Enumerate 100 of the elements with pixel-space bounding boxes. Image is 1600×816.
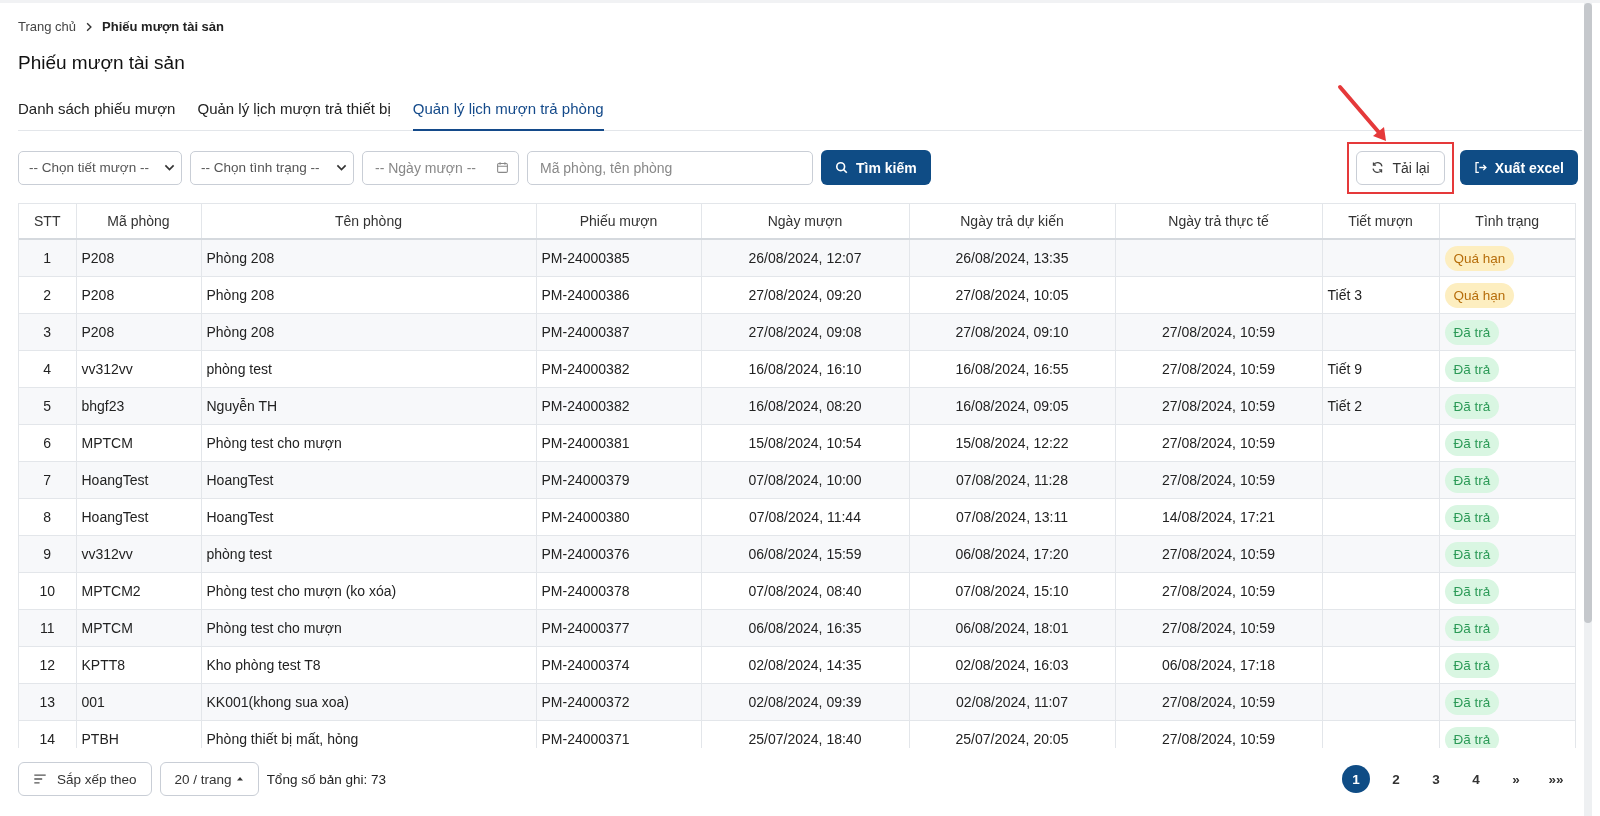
last-page-button[interactable]: »» bbox=[1542, 765, 1570, 793]
next-page-button[interactable]: » bbox=[1502, 765, 1530, 793]
table-cell: 02/08/2024, 11:07 bbox=[909, 683, 1115, 721]
status-tag: Đã trả bbox=[1444, 689, 1500, 715]
page-button[interactable]: 4 bbox=[1462, 765, 1490, 793]
table-cell: KK001(khong sua xoa) bbox=[201, 683, 536, 721]
table-cell: Nguyễn TH bbox=[201, 387, 536, 425]
table-cell: 14/08/2024, 17:21 bbox=[1115, 498, 1322, 536]
table-cell: PM-24000381 bbox=[536, 424, 701, 462]
table-cell: Phòng thiết bị mất, hỏng bbox=[201, 720, 536, 748]
table-cell: 11 bbox=[19, 609, 76, 647]
page-size-dropdown[interactable]: 20 / trang bbox=[159, 762, 259, 796]
status-tag: Đã trả bbox=[1444, 578, 1500, 604]
table-cell: HoangTest bbox=[201, 461, 536, 499]
table-cell: Tiết 3 bbox=[1322, 276, 1439, 314]
table-cell: PM-24000374 bbox=[536, 646, 701, 684]
calendar-icon bbox=[496, 160, 509, 174]
table-cell: Phòng 208 bbox=[201, 313, 536, 351]
status-tag: Quá hạn bbox=[1444, 245, 1515, 271]
table-cell: PM-24000379 bbox=[536, 461, 701, 499]
tab[interactable]: Quản lý lịch mượn trả thiết bị bbox=[197, 100, 391, 131]
table-cell: 2 bbox=[19, 276, 76, 314]
column-header: Phiếu mượn bbox=[536, 204, 701, 239]
table-cell: Phòng test cho mượn bbox=[201, 424, 536, 462]
table-cell: Phòng 208 bbox=[201, 276, 536, 314]
table-cell: 27/08/2024, 10:59 bbox=[1115, 572, 1322, 610]
sort-button[interactable]: Sắp xếp theo bbox=[18, 762, 152, 796]
table-cell: 06/08/2024, 16:35 bbox=[701, 609, 909, 647]
table-cell: 06/08/2024, 15:59 bbox=[701, 535, 909, 573]
table-cell: P208 bbox=[76, 276, 201, 314]
status-tag: Đã trả bbox=[1444, 615, 1500, 641]
scrollbar-thumb[interactable] bbox=[1584, 3, 1592, 623]
table-cell: P208 bbox=[76, 239, 201, 277]
table-cell: 07/08/2024, 15:10 bbox=[909, 572, 1115, 610]
status-tag: Đã trả bbox=[1444, 726, 1500, 748]
chevron-down-icon bbox=[336, 162, 347, 173]
table-cell: 10 bbox=[19, 572, 76, 610]
page-button[interactable]: 1 bbox=[1342, 765, 1370, 793]
column-header: Tiết mượn bbox=[1322, 204, 1439, 239]
breadcrumb-link[interactable]: Trang chủ bbox=[18, 19, 77, 34]
table-cell: 07/08/2024, 11:44 bbox=[701, 498, 909, 536]
table-cell: 13 bbox=[19, 683, 76, 721]
page-button[interactable]: 3 bbox=[1422, 765, 1450, 793]
column-header: Mã phòng bbox=[76, 204, 201, 239]
table-cell: PM-24000382 bbox=[536, 350, 701, 388]
table-cell: PM-24000382 bbox=[536, 387, 701, 425]
column-header: STT bbox=[19, 204, 76, 239]
table-cell: MPTCM2 bbox=[76, 572, 201, 610]
table-cell: 27/08/2024, 10:59 bbox=[1115, 535, 1322, 573]
table-cell: 27/08/2024, 10:59 bbox=[1115, 720, 1322, 748]
table-cell: 27/08/2024, 10:59 bbox=[1115, 609, 1322, 647]
table-cell: 06/08/2024, 18:01 bbox=[909, 609, 1115, 647]
table-cell: 02/08/2024, 14:35 bbox=[701, 646, 909, 684]
dropdown-select[interactable]: -- Chọn tiết mượn -- bbox=[18, 150, 182, 185]
search-field[interactable]: Mã phòng, tên phòng bbox=[527, 150, 813, 185]
table-cell: 1 bbox=[19, 239, 76, 277]
table-cell: Tiết 2 bbox=[1322, 387, 1439, 425]
table-cell: 27/08/2024, 10:59 bbox=[1115, 313, 1322, 351]
page-title: Phiếu mượn tài sản bbox=[18, 52, 186, 74]
reload-button[interactable]: Tải lại bbox=[1356, 150, 1445, 185]
tab[interactable]: Danh sách phiếu mượn bbox=[18, 100, 176, 131]
lines-icon bbox=[33, 772, 47, 786]
table-cell: PM-24000385 bbox=[536, 239, 701, 277]
table-cell: P208 bbox=[76, 313, 201, 351]
status-tag: Đã trả bbox=[1444, 319, 1500, 345]
table-cell: 16/08/2024, 09:05 bbox=[909, 387, 1115, 425]
table-cell: 07/08/2024, 13:11 bbox=[909, 498, 1115, 536]
page-button[interactable]: 2 bbox=[1382, 765, 1410, 793]
table-cell: PM-24000386 bbox=[536, 276, 701, 314]
table-cell: 27/08/2024, 10:59 bbox=[1115, 683, 1322, 721]
table-cell: 25/07/2024, 20:05 bbox=[909, 720, 1115, 748]
status-tag: Đã trả bbox=[1444, 393, 1500, 419]
dropdown-select[interactable]: -- Chọn tình trạng -- bbox=[190, 150, 354, 185]
table-cell: PM-24000376 bbox=[536, 535, 701, 573]
table-cell: bhgf23 bbox=[76, 387, 201, 425]
table-cell: 9 bbox=[19, 535, 76, 573]
table-cell: PM-24000377 bbox=[536, 609, 701, 647]
table-cell: 16/08/2024, 08:20 bbox=[701, 387, 909, 425]
export-button[interactable]: Xuất excel bbox=[1459, 150, 1578, 185]
table-cell: 8 bbox=[19, 498, 76, 536]
table-cell: 25/07/2024, 18:40 bbox=[701, 720, 909, 748]
table-cell: 4 bbox=[19, 350, 76, 388]
status-tag: Quá hạn bbox=[1444, 282, 1515, 308]
column-header: Tên phòng bbox=[201, 204, 536, 239]
table-cell: PM-24000380 bbox=[536, 498, 701, 536]
table-cell: PTBH bbox=[76, 720, 201, 748]
tab[interactable]: Quản lý lịch mượn trả phòng bbox=[412, 100, 604, 131]
date-field[interactable]: -- Ngày mượn -- bbox=[362, 150, 519, 185]
table-cell: 06/08/2024, 17:18 bbox=[1115, 646, 1322, 684]
search-button[interactable]: Tìm kiếm bbox=[821, 150, 931, 185]
column-header: Ngày mượn bbox=[701, 204, 909, 239]
status-tag: Đã trả bbox=[1444, 541, 1500, 567]
table-cell: HoangTest bbox=[76, 498, 201, 536]
table-cell: Phòng 208 bbox=[201, 239, 536, 277]
table-cell: 27/08/2024, 10:59 bbox=[1115, 424, 1322, 462]
table-cell: vv312vv bbox=[76, 350, 201, 388]
table-cell: 06/08/2024, 17:20 bbox=[909, 535, 1115, 573]
table-cell: 26/08/2024, 12:07 bbox=[701, 239, 909, 277]
column-header: Tình trạng bbox=[1439, 204, 1575, 239]
table-cell: HoangTest bbox=[76, 461, 201, 499]
